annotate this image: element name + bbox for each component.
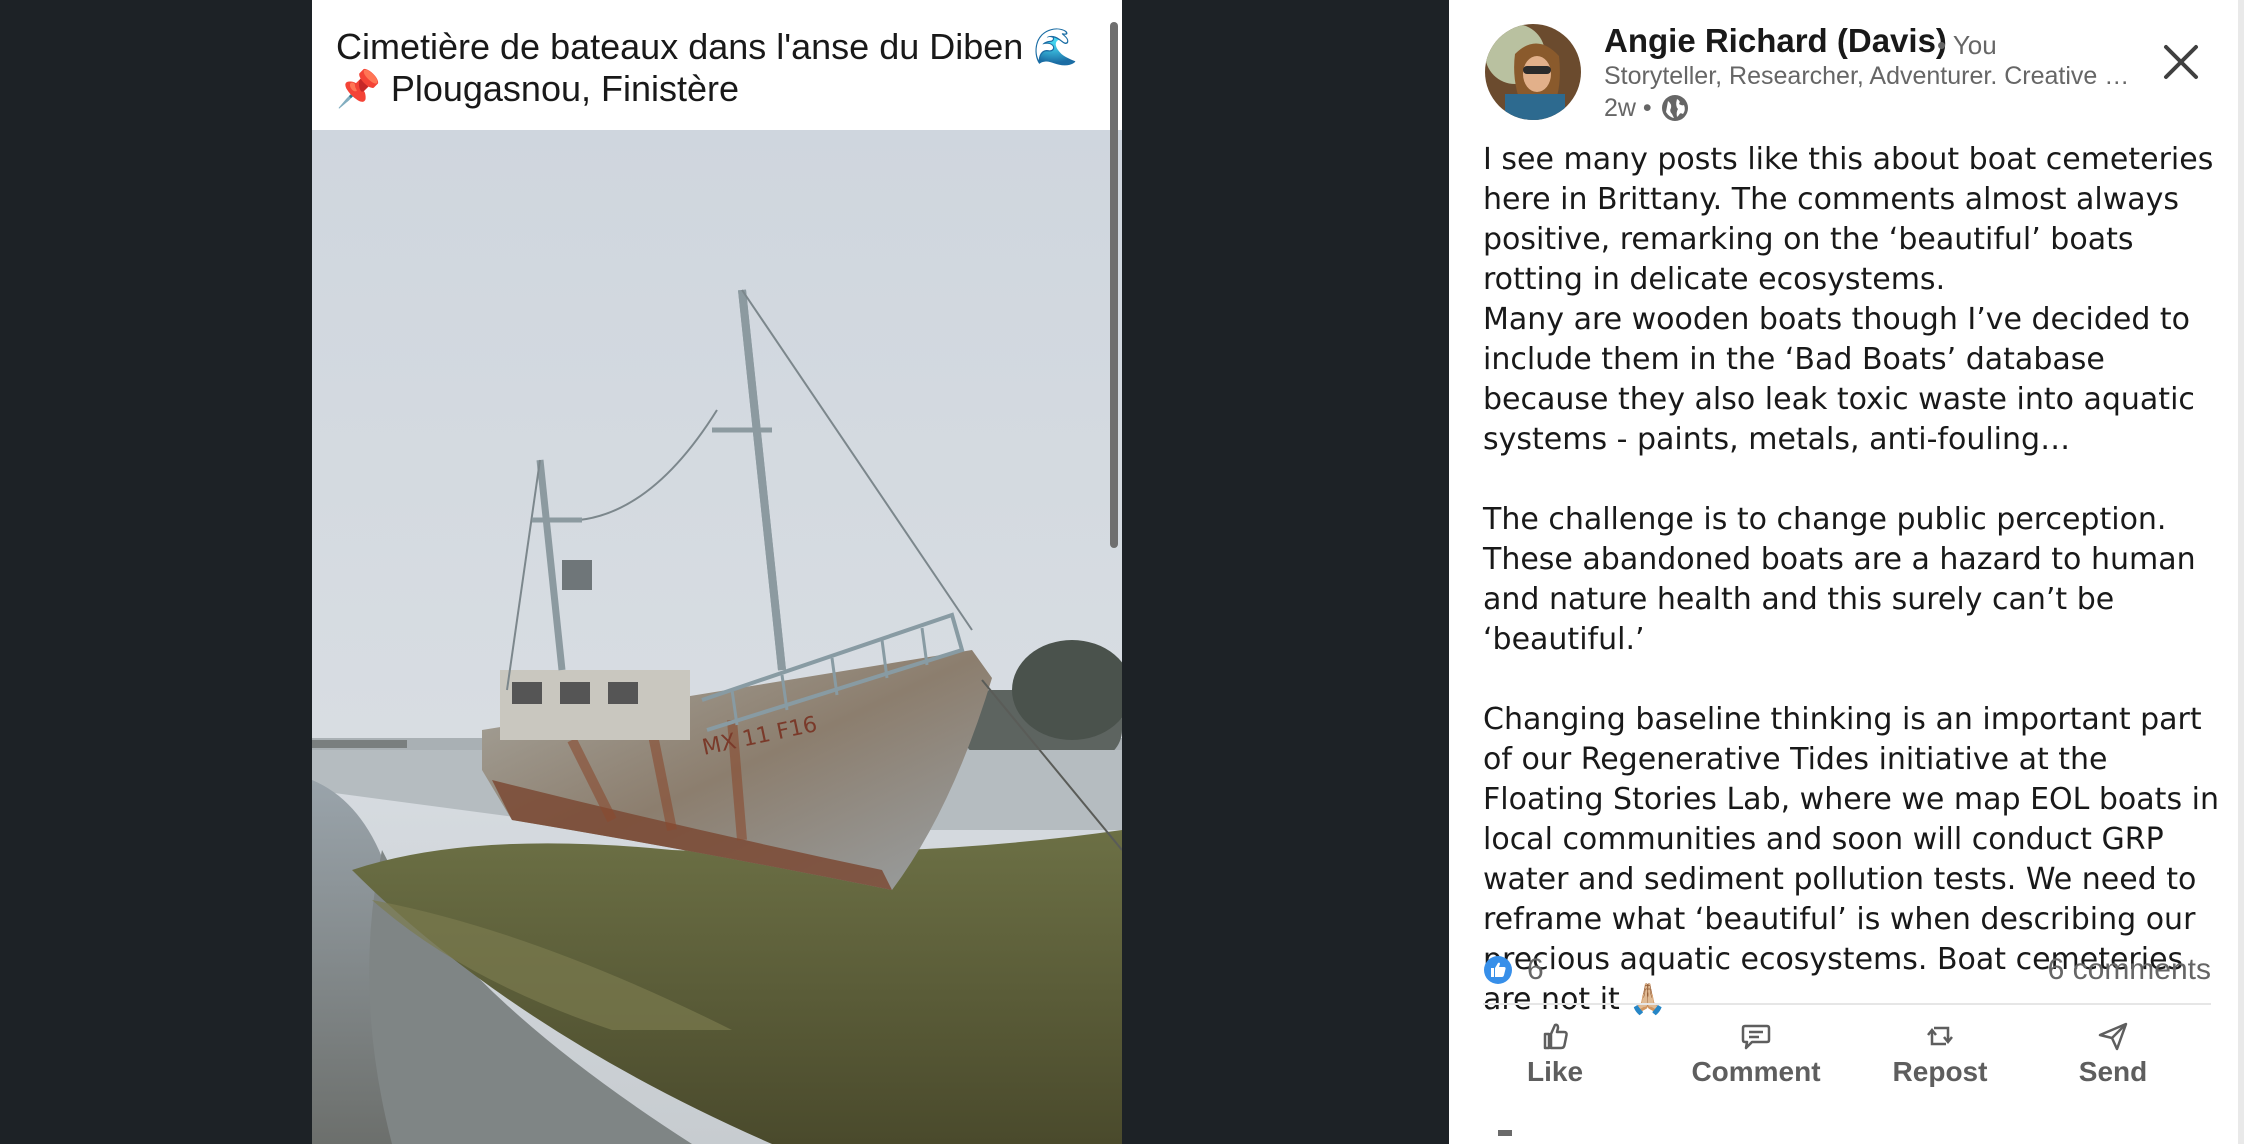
send-icon bbox=[2098, 1022, 2128, 1051]
close-icon bbox=[2164, 45, 2198, 79]
post-paragraph: The challenge is to change public percep… bbox=[1483, 502, 2196, 657]
author-name[interactable]: Angie Richard (Davis) bbox=[1604, 22, 1947, 60]
post-body: I see many posts like this about boat ce… bbox=[1483, 140, 2223, 1020]
like-reaction-icon[interactable] bbox=[1483, 955, 1513, 985]
close-button[interactable] bbox=[2149, 30, 2213, 94]
like-button[interactable]: Like bbox=[1507, 1016, 1603, 1096]
social-counts: 6 6 comments bbox=[1483, 953, 2211, 989]
post-paragraph: I see many posts like this about boat ce… bbox=[1483, 142, 2214, 297]
comment-icon bbox=[1741, 1024, 1771, 1050]
post-timestamp: 2w • bbox=[1604, 94, 1652, 122]
media-panel: Cimetière de bateaux dans l'anse du Dibe… bbox=[312, 0, 1122, 1144]
comment-box-edge bbox=[1498, 1130, 1512, 1136]
post-viewer: Cimetière de bateaux dans l'anse du Dibe… bbox=[0, 0, 2244, 1144]
repost-icon bbox=[1927, 1026, 1953, 1046]
comments-count[interactable]: 6 comments bbox=[2048, 953, 2211, 987]
media-caption: Cimetière de bateaux dans l'anse du Dibe… bbox=[312, 0, 1122, 130]
author-headline: Storyteller, Researcher, Adventurer. Cre… bbox=[1604, 62, 2144, 90]
post-scrollbar[interactable] bbox=[2238, 0, 2244, 1144]
comment-label: Comment bbox=[1691, 1056, 1821, 1087]
post-panel: Angie Richard (Davis) • You Storyteller,… bbox=[1449, 0, 2244, 1144]
post-paragraph: Many are wooden boats though I’ve decide… bbox=[1483, 302, 2195, 457]
boat-photo[interactable]: MX 11 F16 bbox=[312, 130, 1122, 1144]
comment-button[interactable]: Comment bbox=[1683, 1016, 1829, 1096]
repost-button[interactable]: Repost bbox=[1885, 1016, 1995, 1096]
globe-icon bbox=[1660, 93, 1690, 123]
repost-label: Repost bbox=[1892, 1056, 1988, 1087]
media-scrollbar[interactable] bbox=[1110, 22, 1118, 548]
reaction-count[interactable]: 6 bbox=[1527, 953, 1544, 987]
like-label: Like bbox=[1526, 1056, 1584, 1087]
send-label: Send bbox=[2078, 1056, 2148, 1087]
thumbs-up-icon bbox=[1543, 1023, 1568, 1050]
send-button[interactable]: Send bbox=[2063, 1016, 2163, 1096]
author-avatar[interactable] bbox=[1485, 24, 1581, 120]
divider bbox=[1483, 1003, 2211, 1005]
action-bar: Like Comment Repost Send bbox=[1483, 1016, 2211, 1096]
you-badge: • You bbox=[1937, 30, 1997, 60]
